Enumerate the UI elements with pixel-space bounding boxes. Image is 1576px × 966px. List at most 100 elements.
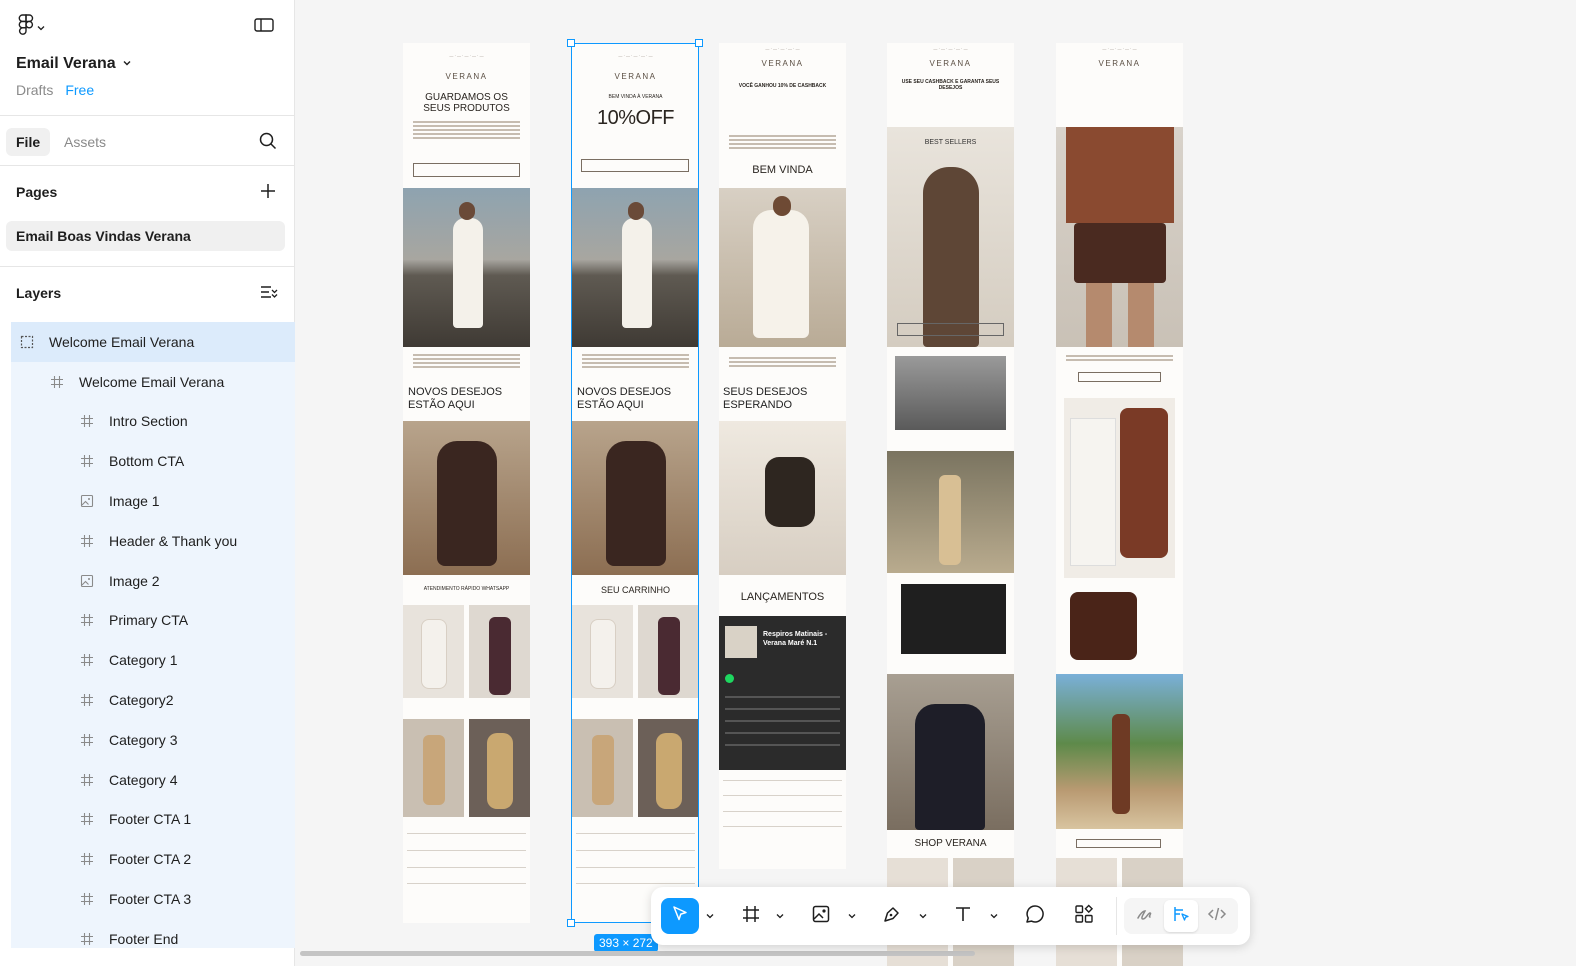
main-menu-button[interactable] xyxy=(18,14,45,41)
layer-row[interactable]: Footer CTA 2 xyxy=(11,839,295,879)
email-headline: VOCÊ GANHOU 10% DE CASHBACK xyxy=(738,83,827,89)
email-kicker: BEM VINDA À VERANA xyxy=(608,94,663,100)
components-tool-button[interactable] xyxy=(1066,898,1102,934)
layer-row[interactable]: Image 1 xyxy=(11,481,295,521)
email-photo: BEST SELLERS xyxy=(887,127,1014,347)
email-photo xyxy=(403,421,530,575)
layer-label: Bottom CTA xyxy=(109,453,185,470)
layer-label: Intro Section xyxy=(109,413,188,430)
email-photo xyxy=(469,719,530,817)
comment-tool-button[interactable] xyxy=(1017,898,1053,934)
code-icon xyxy=(1207,904,1227,929)
email-photo xyxy=(403,188,530,347)
plan-badge[interactable]: Free xyxy=(65,82,94,98)
email-photo xyxy=(572,605,633,698)
file-name-button[interactable]: Email Verana xyxy=(16,55,132,73)
design-mode-icon xyxy=(1171,904,1191,929)
layer-label: Image 2 xyxy=(109,572,160,589)
chevron-down-icon xyxy=(706,907,714,925)
search-icon xyxy=(259,132,277,154)
move-tool-menu[interactable] xyxy=(705,911,715,921)
layer-row[interactable]: Footer CTA 3 xyxy=(11,879,295,919)
email-photo xyxy=(887,674,1014,830)
email-headline: USE SEU CASHBACK E GARANTA SEUS DESEJOS xyxy=(901,79,1000,91)
move-tool-button[interactable] xyxy=(661,898,699,934)
layer-row[interactable]: Primary CTA xyxy=(11,601,295,641)
layer-row[interactable]: Bottom CTA xyxy=(11,441,295,481)
chevron-down-icon xyxy=(776,907,784,925)
email-brand: VERANA xyxy=(1098,59,1141,68)
tab-file[interactable]: File xyxy=(6,128,51,156)
email-frame-2[interactable]: — · — · — · — · — VERANA BEM VINDA À VER… xyxy=(572,43,699,923)
layer-row[interactable]: Category 1 xyxy=(11,640,295,680)
search-button[interactable] xyxy=(259,132,277,155)
layer-label: Category 1 xyxy=(109,652,178,669)
draw-mode-button[interactable] xyxy=(1128,898,1162,934)
frame-icon xyxy=(79,772,95,788)
layer-row[interactable]: Header & Thank you xyxy=(11,521,295,561)
image-tool-button[interactable] xyxy=(803,898,839,934)
text-icon xyxy=(953,904,973,929)
layers-header: Layers xyxy=(0,267,294,319)
email-frame-3[interactable]: — · — · — · — · — VERANA VOCÊ GANHOU 10%… xyxy=(719,43,846,869)
chevron-down-icon xyxy=(990,907,998,925)
layer-row[interactable]: Category 3 xyxy=(11,720,295,760)
layers-title: Layers xyxy=(16,285,62,301)
email-bar: SEU CARRINHO xyxy=(600,585,670,595)
pen-tool-button[interactable] xyxy=(874,898,910,934)
layer-row[interactable]: Footer CTA 1 xyxy=(11,800,295,840)
layer-row[interactable]: Footer End xyxy=(11,919,295,959)
text-tool-menu[interactable] xyxy=(989,911,999,921)
email-frame-4[interactable]: — · — · — · — · — VERANA USE SEU CASHBAC… xyxy=(887,43,1014,966)
layers-options-button[interactable] xyxy=(260,284,278,305)
page-item[interactable]: Email Boas Vindas Verana xyxy=(6,221,285,251)
add-page-button[interactable] xyxy=(260,183,276,204)
frame-icon xyxy=(79,692,95,708)
email-photo xyxy=(638,605,699,698)
plus-icon xyxy=(260,184,276,203)
layer-label: Category 4 xyxy=(109,771,178,788)
dev-mode-button[interactable] xyxy=(1200,898,1234,934)
layer-label: Category2 xyxy=(109,692,174,709)
file-location-link[interactable]: Drafts xyxy=(16,82,53,98)
frame-icon xyxy=(79,931,95,947)
email-bar: ATENDIMENTO RÁPIDO WHATSAPP xyxy=(423,586,510,592)
layer-label: Footer CTA 2 xyxy=(109,851,192,868)
email-section-title: NOVOS DESEJOS ESTÃO AQUI xyxy=(408,386,503,411)
pen-tool-menu[interactable] xyxy=(918,911,928,921)
section-icon xyxy=(19,334,35,350)
email-frame-1[interactable]: — · — · — · — · — VERANA GUARDAMOS OS SE… xyxy=(403,43,530,923)
draw-icon xyxy=(1135,904,1155,929)
resize-handle-top-left[interactable] xyxy=(567,39,575,47)
tab-assets[interactable]: Assets xyxy=(54,128,116,156)
layer-row[interactable]: Image 2 xyxy=(11,561,295,601)
frame-tool-button[interactable] xyxy=(733,898,769,934)
design-mode-button[interactable] xyxy=(1164,898,1198,934)
list-collapse-icon xyxy=(260,286,278,304)
layer-row[interactable]: Welcome Email Verana xyxy=(11,322,295,362)
sidebar-icon xyxy=(254,18,274,37)
mode-switcher xyxy=(1124,898,1238,934)
resize-handle-bottom-left[interactable] xyxy=(567,919,575,927)
toggle-sidebar-button[interactable] xyxy=(254,17,274,38)
chevron-down-icon xyxy=(848,907,856,925)
horizontal-scrollbar[interactable] xyxy=(300,951,975,956)
email-cta-button xyxy=(1078,372,1161,382)
frame-icon xyxy=(79,453,95,469)
image-icon xyxy=(79,573,95,589)
layer-row[interactable]: Category2 xyxy=(11,680,295,720)
image-icon xyxy=(811,904,831,929)
email-photo xyxy=(1056,674,1183,829)
text-tool-button[interactable] xyxy=(945,898,981,934)
image-tool-menu[interactable] xyxy=(847,911,857,921)
design-canvas[interactable]: — · — · — · — · — VERANA GUARDAMOS OS SE… xyxy=(295,0,1576,966)
email-photo xyxy=(1070,592,1137,660)
email-frame-5[interactable]: — · — · — · — · — VERANA xyxy=(1056,43,1183,966)
layer-row[interactable]: Intro Section xyxy=(11,402,295,442)
resize-handle-top-right[interactable] xyxy=(695,39,703,47)
layer-row[interactable]: Category 4 xyxy=(11,760,295,800)
sidebar-tabs: File Assets xyxy=(0,116,294,166)
chevron-down-icon xyxy=(122,55,132,73)
frame-tool-menu[interactable] xyxy=(775,911,785,921)
layer-row[interactable]: Welcome Email Verana xyxy=(11,362,295,402)
